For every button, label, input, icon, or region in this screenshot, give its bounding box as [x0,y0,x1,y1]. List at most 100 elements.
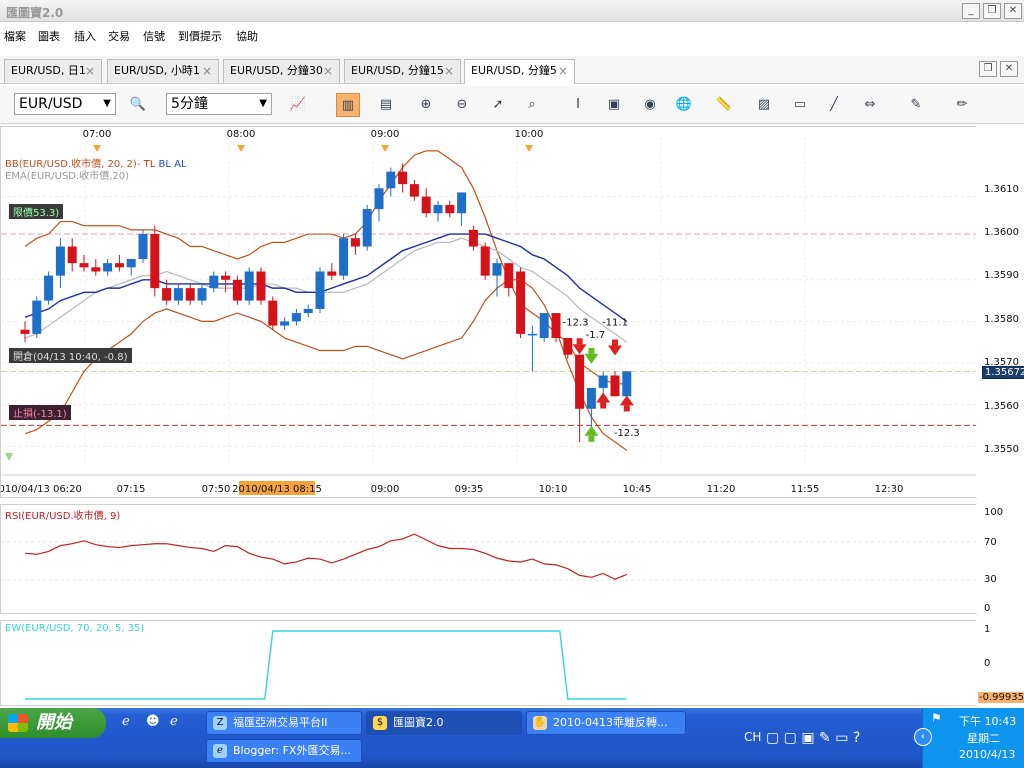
time-tick: 09:35 [455,484,484,495]
task-blogger[interactable]: ℯ Blogger: FX外匯交易... [206,739,362,763]
candle-body [563,338,573,355]
exit-arrow-icon [588,347,595,354]
candle-body [221,275,231,280]
rsi-chart [1,505,978,615]
menu-signal[interactable]: 信號 [143,28,165,44]
menu-help[interactable]: 協助 [236,28,258,44]
tab-restore-button[interactable]: ❐ [979,61,997,77]
image-icon[interactable]: ▨ [752,93,776,117]
stop-order-tag[interactable]: 止損(-13.1) [9,405,71,420]
period-value: 5分鐘 [171,96,208,112]
candle-body [126,259,136,268]
signal-label: -12.3 [614,428,640,439]
chart-type-icon[interactable]: 📈 [286,93,310,117]
app-icon: Z [213,716,227,730]
close-icon[interactable]: × [202,60,212,82]
task-label: 匯圖寶2.0 [393,716,444,729]
symbol-select[interactable]: EUR/USD ▼ [14,93,116,115]
quick-launch-ie-icon[interactable]: ℯ [122,714,130,729]
draw-icon[interactable]: ✎ [904,93,928,117]
channel-icon[interactable]: ⇔ [858,93,882,117]
tab-label: EUR/USD, 分鐘5 [471,64,557,77]
ew-tick: 0 [984,658,991,669]
entry-order-tag[interactable]: 開倉(04/13 10:40, -0.8) [9,348,132,363]
tray-expand-icon[interactable]: ‹ [914,728,932,746]
menu-file[interactable]: 檔案 [4,28,26,44]
candle-body [445,204,455,214]
candle-body [303,308,313,314]
menu-price-alert[interactable]: 到價提示 [178,28,222,44]
line-tool-icon[interactable]: ╱ [822,93,846,117]
task-label: 2010-0413乖離反轉... [553,716,668,729]
language-indicator[interactable]: CH [744,730,761,744]
tab-30min[interactable]: EUR/USD, 分鐘30 × [223,59,340,83]
current-price-tag: 1.35672 [982,366,1024,379]
candle-body [138,234,148,259]
quick-launch-messenger-icon[interactable]: ☻ [146,714,160,729]
main-chart-pane[interactable]: 07:00 08:00 09:00 10:00 -12.3 -1.7 -11.1 -12.3 2… [0,126,997,499]
start-button[interactable]: 開始 [0,708,106,738]
tab-close-button[interactable]: ✕ [1000,61,1018,77]
clock-weekday: 星期二 [967,732,1000,745]
close-icon[interactable]: × [85,60,95,82]
bb-lower-line [24,279,628,451]
ema-line [24,233,628,322]
candle-body [516,271,526,334]
template-icon[interactable]: ▣ [602,93,626,117]
candle-body [409,184,419,197]
zoom-out-icon[interactable]: ⊖ [450,93,474,117]
tab-15min[interactable]: EUR/USD, 分鐘15 × [344,59,461,83]
task-chart-app[interactable]: $ 匯圖寶2.0 [366,711,522,735]
close-icon[interactable]: × [558,60,568,82]
candle-body [150,234,160,289]
menu-trade[interactable]: 交易 [108,28,130,44]
exit-arrow-icon [584,353,599,364]
menu-chart[interactable]: 圖表 [38,28,60,44]
tab-hourly[interactable]: EUR/USD, 小時1 × [107,59,219,83]
task-blog-post[interactable]: ✋ 2010-0413乖離反轉... [526,711,686,735]
quick-launch-browser-icon[interactable]: ℯ [170,714,178,729]
rsi-tick: 100 [984,507,1004,518]
limit-order-tag[interactable]: 限價53.3) [9,204,64,219]
close-icon[interactable]: × [444,60,454,82]
rsi-pane[interactable]: RSI(EUR/USD.收市價, 9) [0,504,996,615]
pen-icon[interactable]: ✏ [950,93,974,117]
period-select[interactable]: 5分鐘 ▼ [166,93,272,115]
price-tick: 1.3590 [984,270,1019,281]
candle-body [173,288,183,301]
price-tick: 1.3610 [984,184,1019,195]
tab-label: EUR/USD, 小時1 [114,64,200,77]
ew-pane[interactable]: EW(EUR/USD, 70, 20, 5, 35) [0,620,996,707]
price-chart[interactable]: 07:00 08:00 09:00 10:00-12.3-1.7-11.1-12.32… [1,127,997,499]
taskbar: 開始 ℯ ☻ ℯ Z 福匯亞洲交易平台II $ 匯圖寶2.0 ✋ 2010-0413乖… [0,708,1024,768]
bar-chart-icon[interactable]: ▤ [374,93,398,117]
sell-arrow-icon [576,338,583,345]
restore-button[interactable]: ❐ [983,3,1001,19]
close-button[interactable]: ✕ [1004,3,1022,19]
close-icon[interactable]: × [323,60,333,82]
top-time-label: 08:00 [227,129,256,140]
indicator-icon[interactable]: Ⅰ [566,93,590,117]
window-icon[interactable]: ▭ [788,93,812,117]
globe-icon[interactable]: 🌐 [672,93,696,117]
symbol-search-icon[interactable]: 🔍 [126,93,150,117]
candle-body [539,313,549,339]
eye-icon[interactable]: ◉ [638,93,662,117]
candle-body [232,279,242,301]
menu-insert[interactable]: 插入 [74,28,96,44]
rsi-line [24,533,628,580]
tray-flag-icon[interactable]: ⚑ [931,711,942,725]
tab-daily[interactable]: EUR/USD, 日1 × [4,59,102,83]
zoom-in-icon[interactable]: ⊕ [414,93,438,117]
time-tick: 12:30 [875,484,904,495]
cursor-icon[interactable]: ➚ [486,93,510,117]
ime-icon[interactable]: ▢ ▢ ▣ ✎ ▭ ? [766,730,860,746]
top-time-label: 10:00 [515,129,544,140]
candlestick-icon[interactable]: ▥ [336,93,360,117]
clock-time[interactable]: 下午 10:43 [959,713,1016,729]
ruler-icon[interactable]: 📏 [712,93,736,117]
tab-5min[interactable]: EUR/USD, 分鐘5 × [464,59,575,84]
inspect-icon[interactable]: ⌕ [520,93,544,117]
task-fxcm-platform[interactable]: Z 福匯亞洲交易平台II [206,711,362,735]
minimize-button[interactable]: _ [962,3,980,19]
